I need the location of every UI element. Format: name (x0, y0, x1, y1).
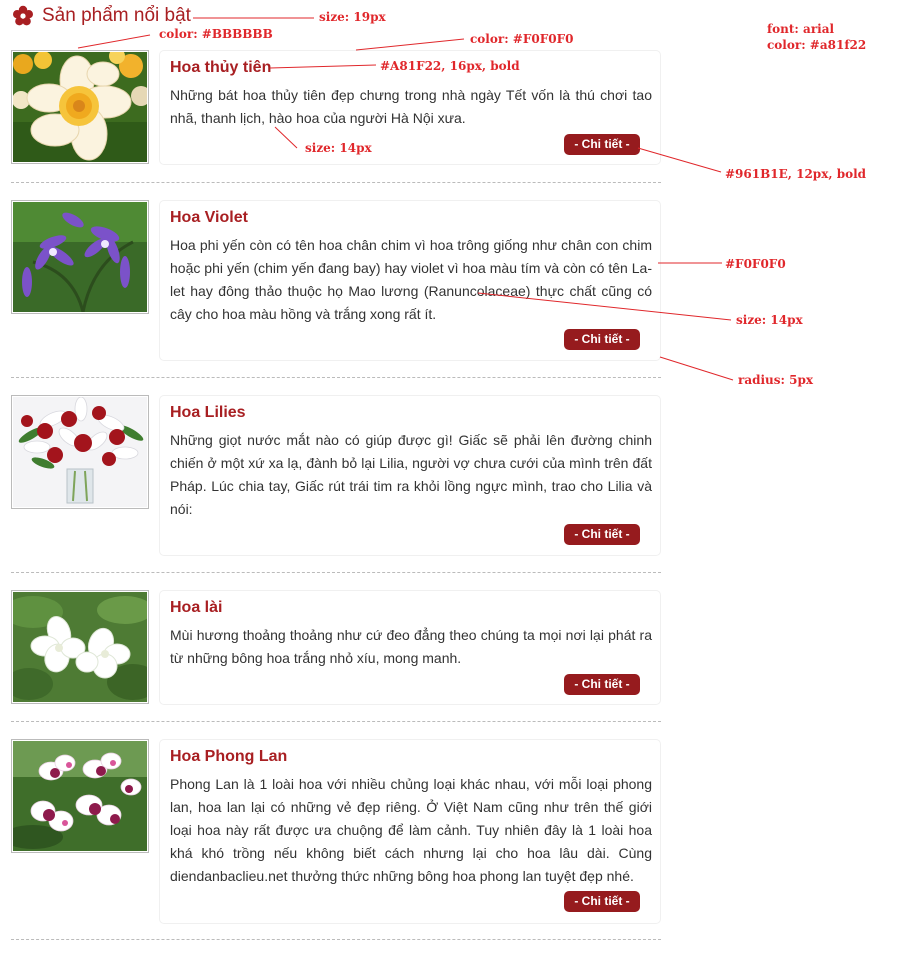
annotation-font-family: font: arial (767, 22, 835, 36)
annotation-button-style: #961B1E, 12px, bold (725, 167, 867, 181)
annotation-desc-size: size: 14px (305, 141, 372, 155)
annotation-radius: radius: 5px (738, 373, 814, 387)
annotation-font-color: color: #a81f22 (767, 38, 867, 52)
annotation-lines (77, 17, 734, 381)
annotation-card-color-2: #F0F0F0 (725, 257, 786, 271)
annotation-border-color: color: #BBBBBB (159, 27, 273, 41)
annotation-title-size: size: 19px (319, 10, 386, 24)
page: Sản phẩm nổi bật Hoa thủy tiên Những bát… (0, 0, 905, 955)
annotation-title-style: #A81F22, 16px, bold (380, 59, 520, 73)
annotation-desc-size-2: size: 14px (736, 313, 803, 327)
annotation-card-color: color: #F0F0F0 (470, 32, 574, 46)
